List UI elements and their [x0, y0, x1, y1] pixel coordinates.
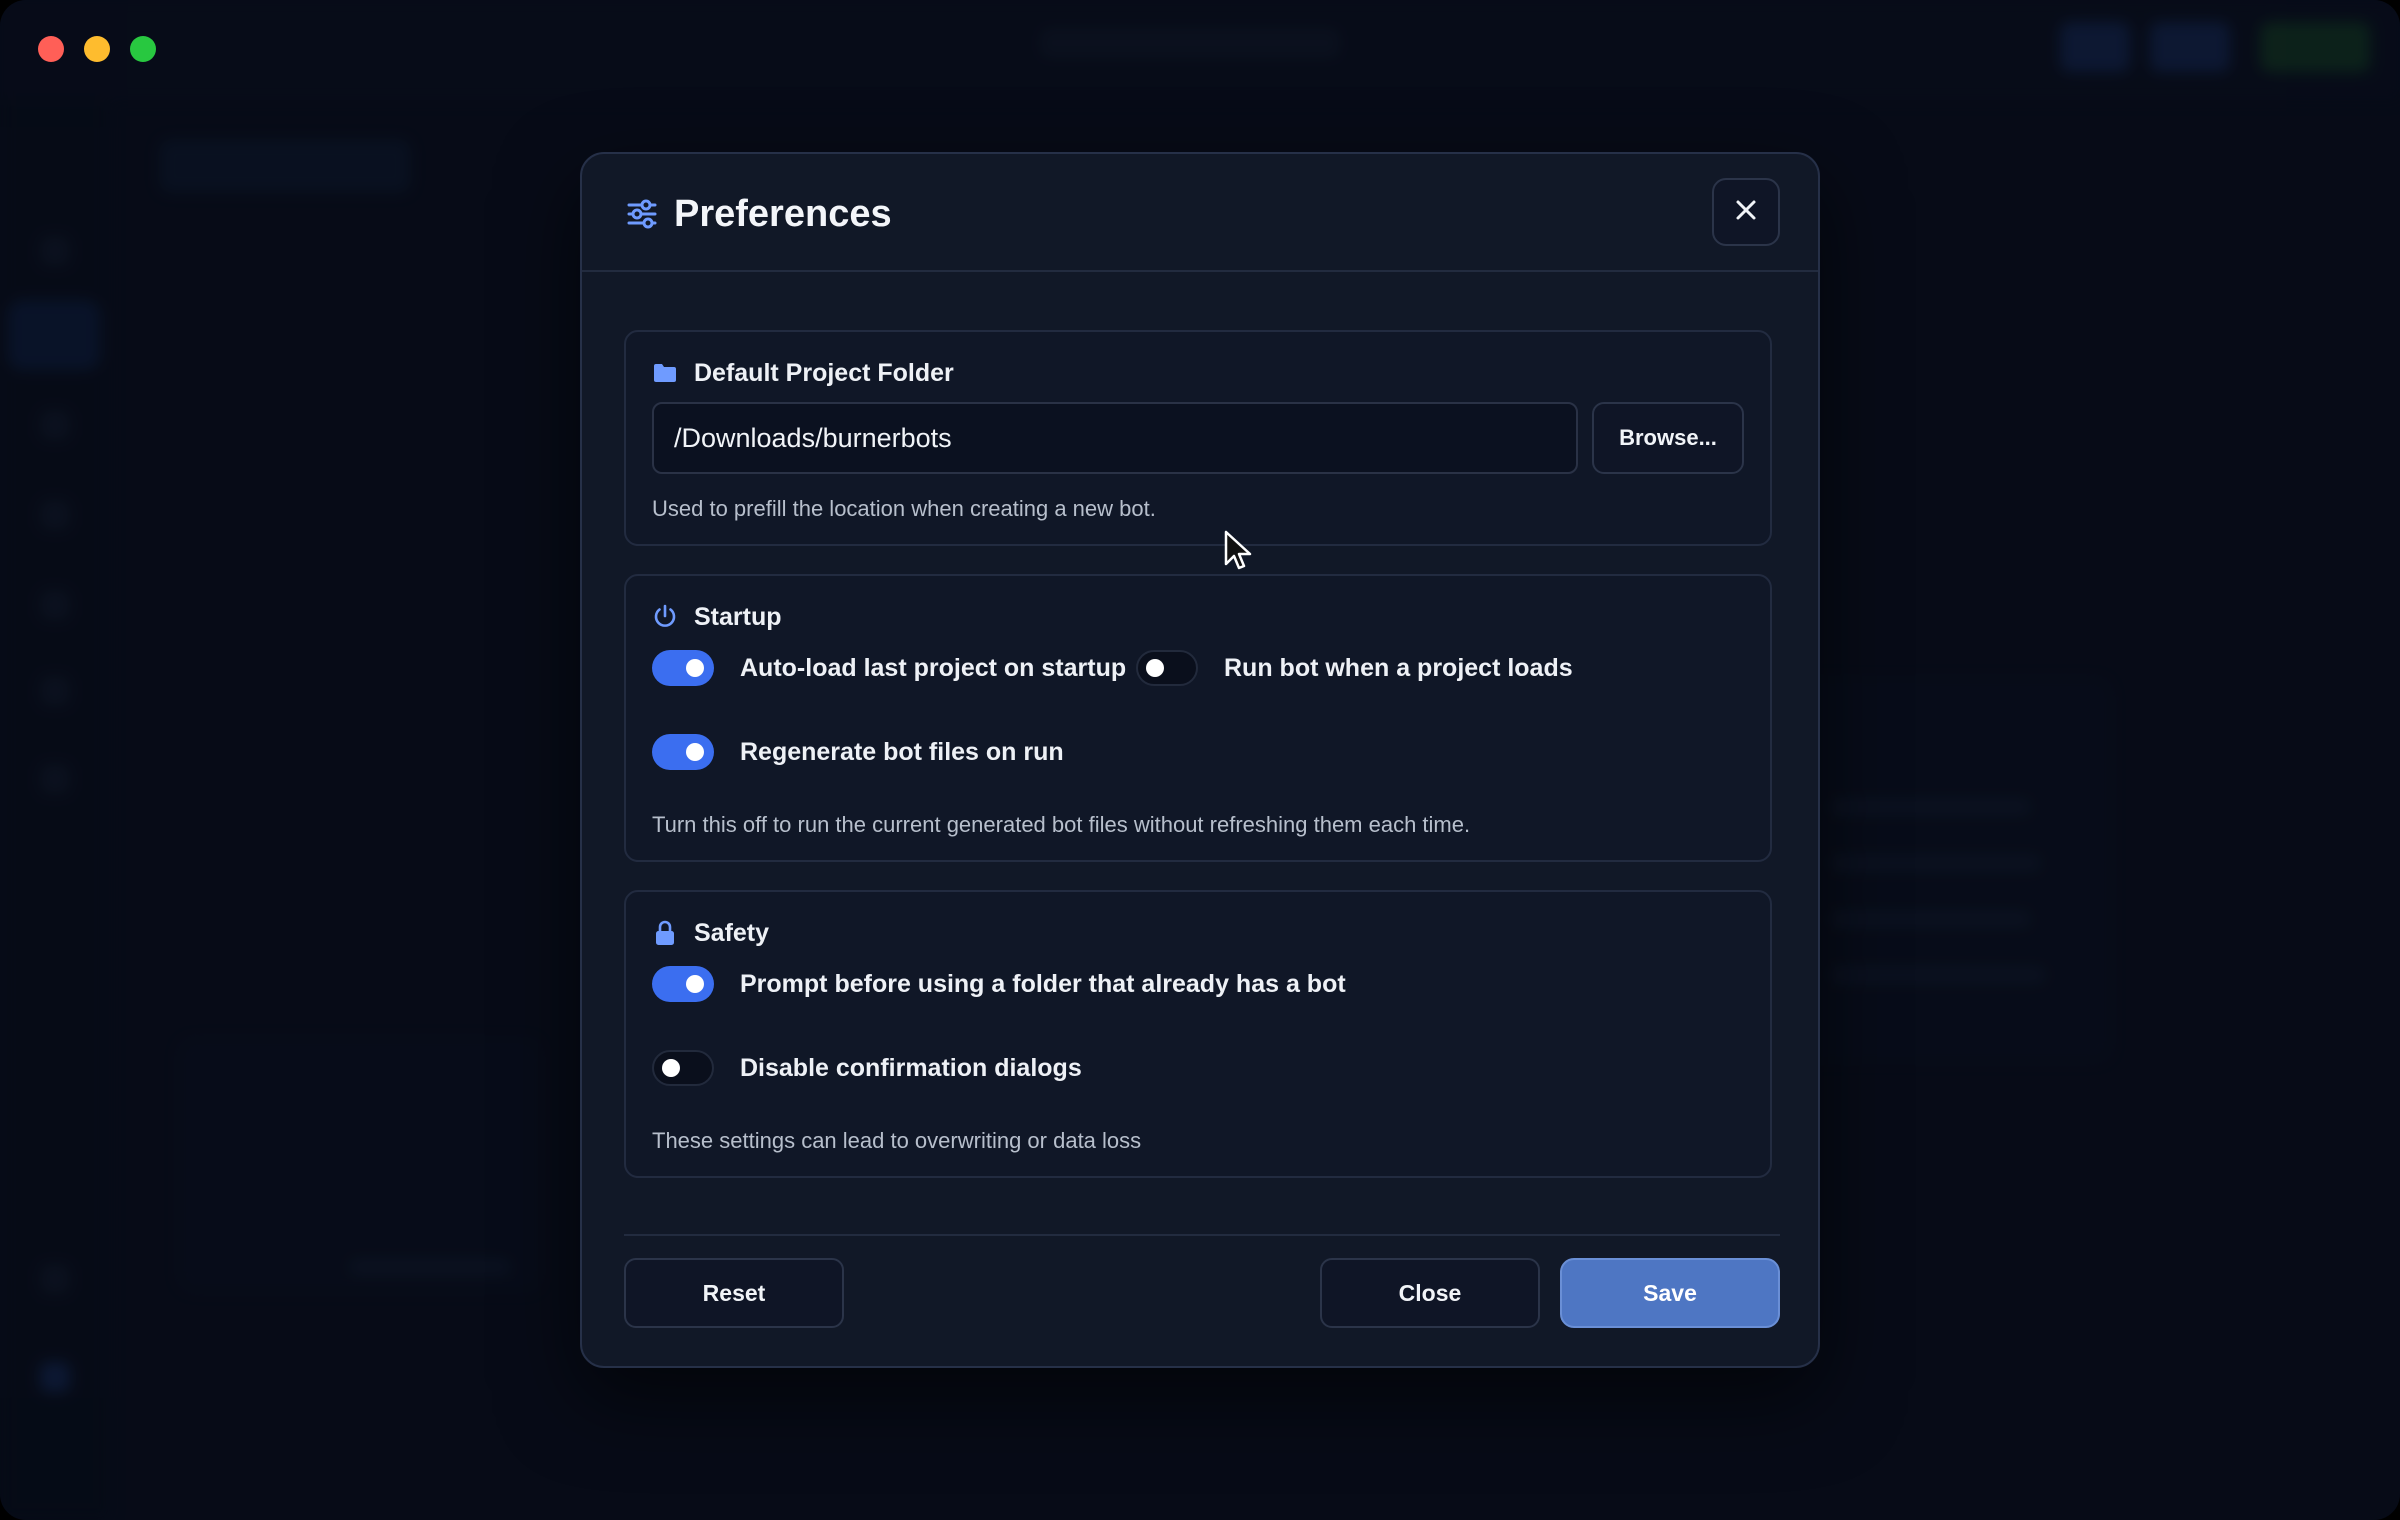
dialog-header: Preferences — [582, 154, 1818, 272]
close-icon — [1733, 197, 1759, 228]
prompt-folder-toggle[interactable] — [652, 966, 714, 1002]
startup-section-title: Startup — [694, 602, 782, 631]
dialog-title: Preferences — [674, 193, 892, 235]
sliders-icon — [626, 198, 658, 230]
toggle-knob — [686, 659, 704, 677]
regenerate-toggle-row[interactable]: Regenerate bot files on run — [652, 734, 1064, 770]
regenerate-label: Regenerate bot files on run — [740, 737, 1064, 766]
folder-section-header: Default Project Folder — [652, 356, 954, 390]
safety-section-title: Safety — [694, 918, 770, 947]
autoload-toggle-row[interactable]: Auto-load last project on startup — [652, 650, 1126, 686]
startup-section-header: Startup — [652, 600, 782, 634]
footer-divider — [624, 1234, 1780, 1236]
browse-button[interactable]: Browse... — [1592, 402, 1744, 474]
window-zoom-button[interactable] — [130, 36, 156, 62]
save-button[interactable]: Save — [1560, 1258, 1780, 1328]
app-window: Preferences Default Project Folder /Down… — [0, 0, 2400, 1520]
window-minimize-button[interactable] — [84, 36, 110, 62]
toggle-knob — [1146, 659, 1164, 677]
safety-section-header: Safety — [652, 916, 769, 950]
regenerate-toggle[interactable] — [652, 734, 714, 770]
preferences-dialog: Preferences Default Project Folder /Down… — [580, 152, 1820, 1368]
run-on-load-label: Run bot when a project loads — [1224, 653, 1573, 682]
startup-section: Startup Auto-load last project on startu… — [624, 574, 1772, 862]
run-on-load-toggle[interactable] — [1136, 650, 1198, 686]
disable-confirm-toggle[interactable] — [652, 1050, 714, 1086]
folder-section-title: Default Project Folder — [694, 358, 954, 387]
project-folder-input[interactable] — [652, 402, 1578, 474]
safety-hint: These settings can lead to overwriting o… — [652, 1128, 1142, 1153]
prompt-folder-label: Prompt before using a folder that alread… — [740, 969, 1346, 998]
prompt-folder-toggle-row[interactable]: Prompt before using a folder that alread… — [652, 966, 1346, 1002]
disable-confirm-toggle-row[interactable]: Disable confirmation dialogs — [652, 1050, 1082, 1086]
dialog-close-button[interactable] — [1712, 178, 1780, 246]
disable-confirm-label: Disable confirmation dialogs — [740, 1053, 1082, 1082]
reset-button[interactable]: Reset — [624, 1258, 844, 1328]
toggle-knob — [686, 743, 704, 761]
autoload-toggle[interactable] — [652, 650, 714, 686]
lock-icon — [652, 920, 678, 946]
folder-section: Default Project Folder Browse... Used to… — [624, 330, 1772, 546]
close-button[interactable]: Close — [1320, 1258, 1540, 1328]
power-icon — [652, 604, 678, 630]
folder-icon — [652, 360, 678, 386]
window-close-button[interactable] — [38, 36, 64, 62]
run-on-load-toggle-row[interactable]: Run bot when a project loads — [1136, 650, 1573, 686]
autoload-label: Auto-load last project on startup — [740, 653, 1127, 682]
mouse-cursor-icon — [1224, 530, 1254, 572]
safety-section: Safety Prompt before using a folder that… — [624, 890, 1772, 1178]
folder-hint: Used to prefill the location when creati… — [652, 496, 1156, 521]
toggle-knob — [662, 1059, 680, 1077]
toggle-knob — [686, 975, 704, 993]
startup-hint: Turn this off to run the current generat… — [652, 812, 1471, 837]
